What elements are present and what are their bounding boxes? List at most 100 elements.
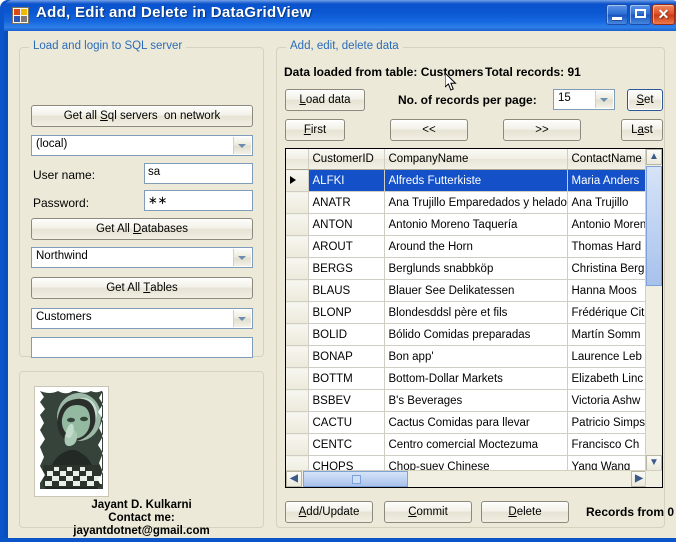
table-row[interactable]: BOLID Bólido Comidas preparadas Martín Som… [286, 323, 647, 346]
row-selector-cell[interactable] [286, 257, 309, 280]
row-selector-cell[interactable] [286, 345, 309, 368]
cell-companyname[interactable]: Cactus Comidas para llevar [384, 411, 568, 434]
cell-customerid[interactable]: AROUT [308, 235, 385, 258]
row-selector-cell[interactable] [286, 367, 309, 390]
records-per-page-combo[interactable]: 15 [553, 89, 615, 110]
cell-contactname[interactable]: Maria Anders [567, 169, 647, 192]
get-all-sql-servers-button[interactable]: Get all Sql servers on network [31, 105, 253, 127]
table-row[interactable]: ANATR Ana Trujillo Emparedados y helados A… [286, 191, 647, 214]
cell-companyname[interactable]: Chop-suey Chinese [384, 455, 568, 471]
cell-companyname[interactable]: Berglunds snabbköp [384, 257, 568, 280]
status-text-input[interactable] [31, 337, 253, 358]
cell-customerid[interactable]: BERGS [308, 257, 385, 280]
row-selector-cell[interactable] [286, 389, 309, 412]
cell-contactname[interactable]: Laurence Leb [567, 345, 647, 368]
chevron-down-icon[interactable] [233, 137, 251, 154]
scroll-down-icon[interactable]: ▼ [646, 455, 662, 471]
table-row[interactable]: CACTU Cactus Comidas para llevar Patricio … [286, 411, 647, 434]
cell-customerid[interactable]: BLONP [308, 301, 385, 324]
delete-button[interactable]: Delete [481, 501, 569, 523]
set-button[interactable]: Set [627, 89, 663, 111]
cell-contactname[interactable]: Thomas Hard [567, 235, 647, 258]
grid-vertical-scrollbar[interactable]: ▲ ▼ [645, 149, 662, 471]
last-page-button[interactable]: Last [621, 119, 663, 141]
cell-contactname[interactable]: Antonio Moren [567, 213, 647, 236]
grid-horizontal-scrollbar[interactable]: ◀ ▶ [286, 470, 647, 487]
cell-companyname[interactable]: Centro comercial Moctezuma [384, 433, 568, 456]
cell-companyname[interactable]: Blauer See Delikatessen [384, 279, 568, 302]
close-button[interactable]: ✕ [652, 4, 675, 25]
database-combo[interactable]: Northwind [31, 247, 253, 268]
title-bar[interactable]: Add, Edit and Delete in DataGridView ✕ [4, 0, 676, 31]
scroll-left-icon[interactable]: ◀ [286, 471, 302, 487]
table-row[interactable]: CHOPS Chop-suey Chinese Yang Wang [286, 455, 647, 471]
add-update-button[interactable]: Add/Update [285, 501, 373, 523]
previous-page-button[interactable]: << [390, 119, 468, 141]
password-input[interactable]: ∗∗ [144, 190, 253, 211]
table-row[interactable]: ALFKI Alfreds Futterkiste Maria Anders [286, 169, 647, 192]
table-row[interactable]: BOTTM Bottom-Dollar Markets Elizabeth Linc [286, 367, 647, 390]
scroll-up-icon[interactable]: ▲ [646, 149, 662, 165]
cell-contactname[interactable]: Patricio Simps [567, 411, 647, 434]
cell-companyname[interactable]: Bon app' [384, 345, 568, 368]
row-selector-cell[interactable] [286, 433, 309, 456]
cell-companyname[interactable]: Blondesddsl père et fils [384, 301, 568, 324]
chevron-down-icon[interactable] [233, 310, 251, 327]
cell-companyname[interactable]: Alfreds Futterkiste [384, 169, 568, 192]
cell-companyname[interactable]: Bottom-Dollar Markets [384, 367, 568, 390]
table-row[interactable]: BLONP Blondesddsl père et fils Frédérique … [286, 301, 647, 324]
grid-header-contactname[interactable]: ContactName [567, 149, 647, 170]
row-selector-cell[interactable] [286, 191, 309, 214]
cell-customerid[interactable]: CACTU [308, 411, 385, 434]
cell-customerid[interactable]: BOLID [308, 323, 385, 346]
commit-button[interactable]: Commit [384, 501, 472, 523]
cell-companyname[interactable]: B's Beverages [384, 389, 568, 412]
table-row[interactable]: ANTON Antonio Moreno Taquería Antonio More… [286, 213, 647, 236]
cell-contactname[interactable]: Francisco Ch [567, 433, 647, 456]
row-selector-cell[interactable] [286, 235, 309, 258]
grid-header-selector[interactable] [286, 149, 309, 170]
user-name-input[interactable]: sa [144, 163, 253, 184]
cell-customerid[interactable]: ALFKI [308, 169, 385, 192]
horizontal-scroll-thumb[interactable] [303, 471, 408, 487]
get-all-tables-button[interactable]: Get All Tables [31, 277, 253, 299]
cell-contactname[interactable]: Martín Somm [567, 323, 647, 346]
cell-customerid[interactable]: CENTC [308, 433, 385, 456]
cell-companyname[interactable]: Ana Trujillo Emparedados y helados [384, 191, 568, 214]
get-all-databases-button[interactable]: Get All Databases [31, 218, 253, 240]
table-row[interactable]: BONAP Bon app' Laurence Leb [286, 345, 647, 368]
cell-companyname[interactable]: Bólido Comidas preparadas [384, 323, 568, 346]
row-selector-cell[interactable] [286, 301, 309, 324]
table-row[interactable]: BSBEV B's Beverages Victoria Ashw [286, 389, 647, 412]
data-grid-view[interactable]: CustomerID CompanyName ContactName ALFKI… [285, 148, 663, 488]
cell-companyname[interactable]: Around the Horn [384, 235, 568, 258]
next-page-button[interactable]: >> [503, 119, 581, 141]
cell-contactname[interactable]: Elizabeth Linc [567, 367, 647, 390]
maximize-button[interactable] [629, 4, 651, 25]
cell-contactname[interactable]: Frédérique Cit [567, 301, 647, 324]
row-selector-cell[interactable] [286, 455, 309, 471]
cell-contactname[interactable]: Victoria Ashw [567, 389, 647, 412]
chevron-down-icon[interactable] [595, 91, 613, 108]
cell-customerid[interactable]: BOTTM [308, 367, 385, 390]
cell-customerid[interactable]: ANTON [308, 213, 385, 236]
server-combo[interactable]: (local) [31, 135, 253, 156]
grid-header-companyname[interactable]: CompanyName [384, 149, 568, 170]
first-page-button[interactable]: First [285, 119, 345, 141]
cell-contactname[interactable]: Yang Wang [567, 455, 647, 471]
row-selector-cell[interactable] [286, 323, 309, 346]
row-selector-cell[interactable] [286, 213, 309, 236]
table-row[interactable]: AROUT Around the Horn Thomas Hard [286, 235, 647, 258]
row-selector-cell[interactable] [286, 169, 309, 192]
table-row[interactable]: CENTC Centro comercial Moctezuma Francisco… [286, 433, 647, 456]
cell-contactname[interactable]: Hanna Moos [567, 279, 647, 302]
row-selector-cell[interactable] [286, 279, 309, 302]
cell-customerid[interactable]: BLAUS [308, 279, 385, 302]
table-combo[interactable]: Customers [31, 308, 253, 329]
minimize-button[interactable] [606, 4, 628, 25]
load-data-button[interactable]: Load data [285, 89, 365, 111]
cell-customerid[interactable]: CHOPS [308, 455, 385, 471]
vertical-scroll-thumb[interactable] [646, 166, 662, 286]
grid-header-customerid[interactable]: CustomerID [308, 149, 385, 170]
cell-customerid[interactable]: BSBEV [308, 389, 385, 412]
